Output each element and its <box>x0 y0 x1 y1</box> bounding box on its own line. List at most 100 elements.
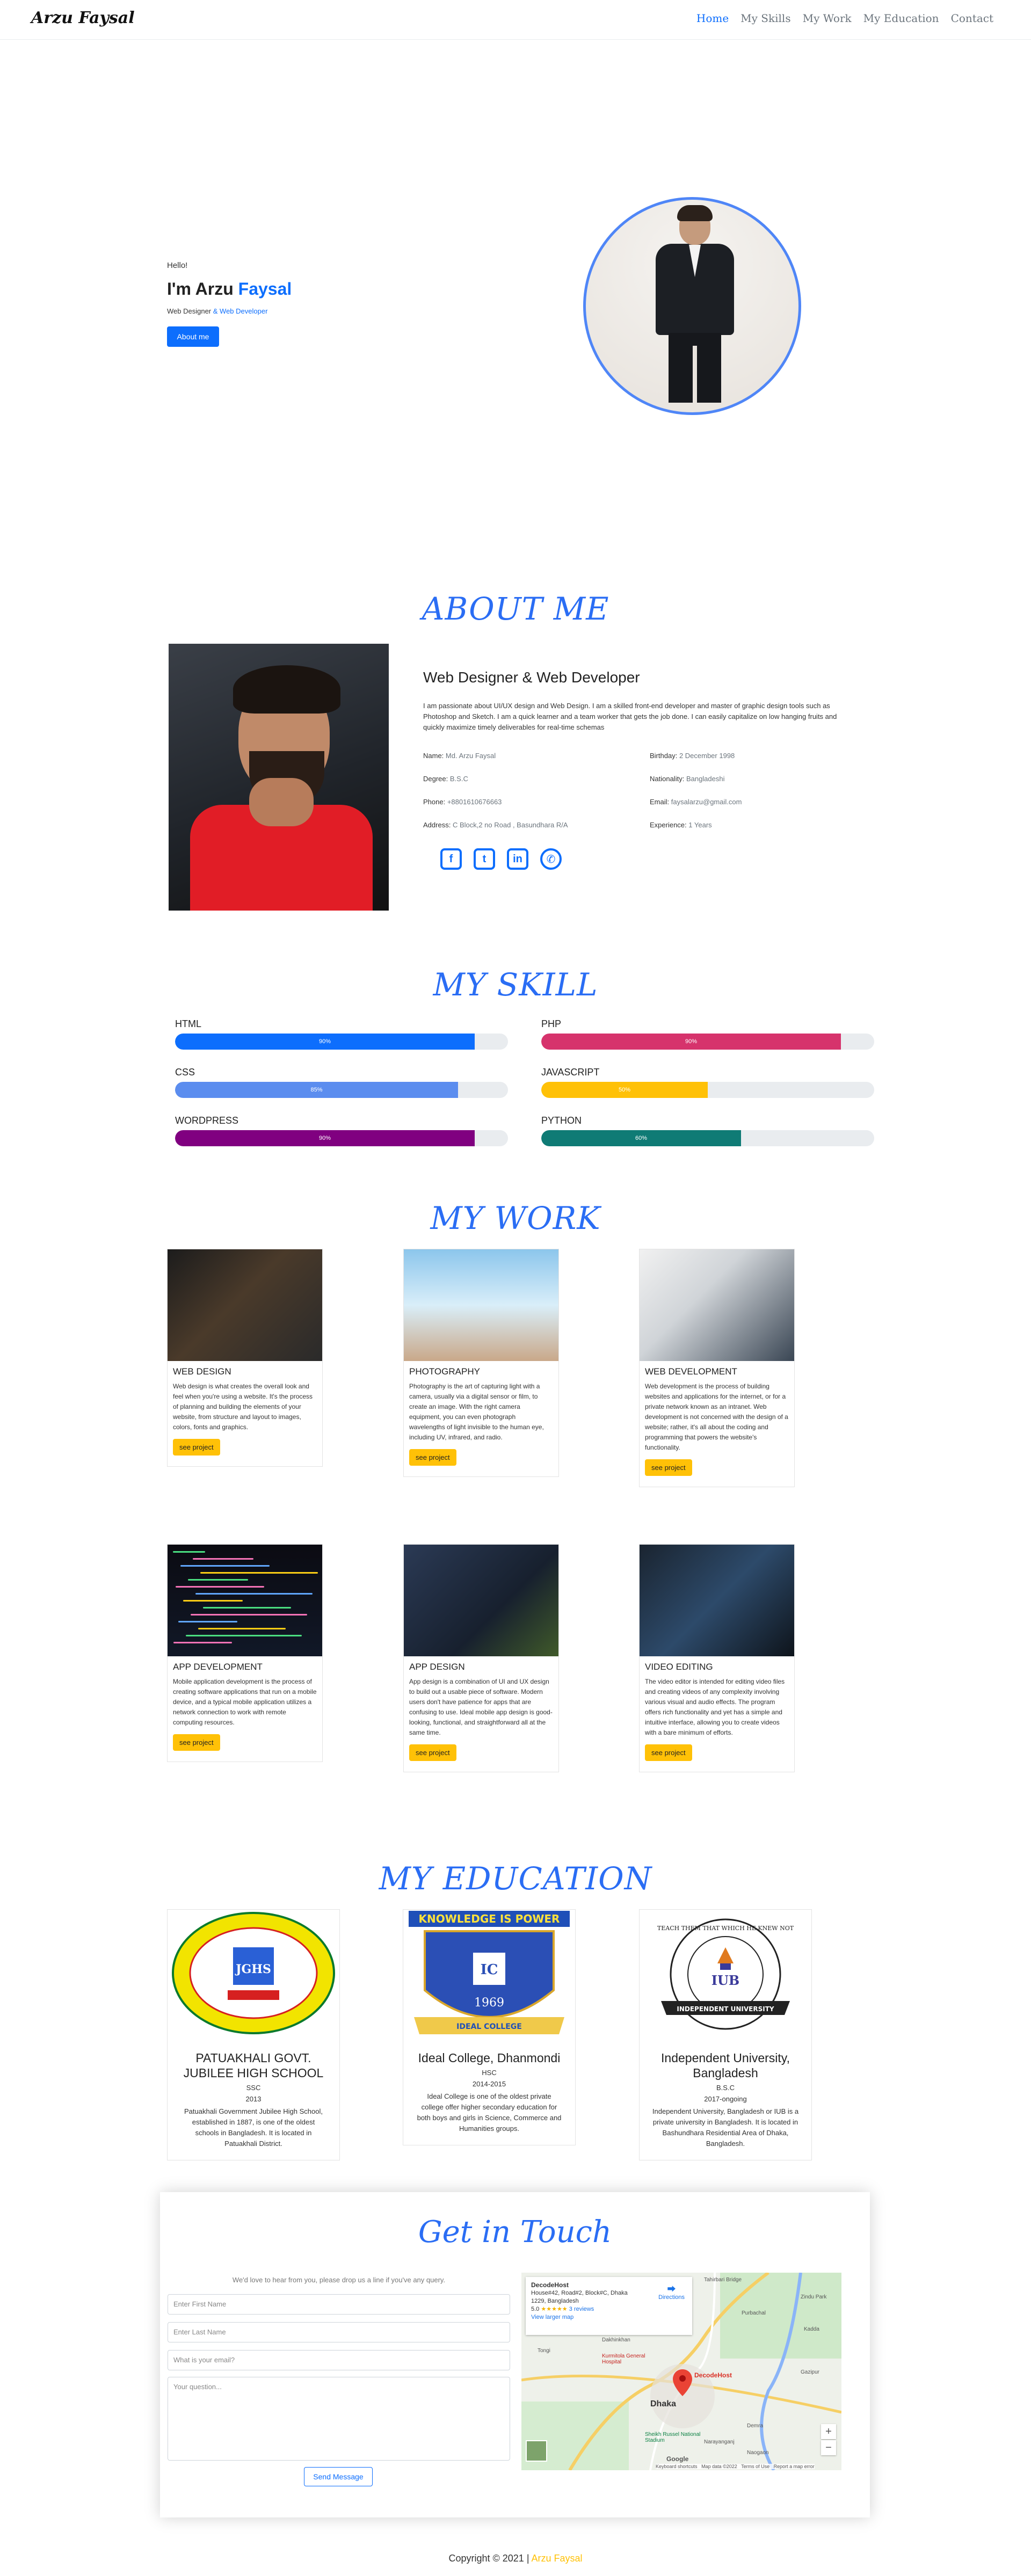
email-input[interactable]: What is your email? <box>168 2350 510 2370</box>
skill-progress-bar: 85% <box>175 1082 508 1098</box>
college-logo: KNOWLEDGE IS POWER IC 1969 IDEAL COLLEGE <box>403 1910 575 2044</box>
map-label: Zindu Park <box>801 2294 827 2300</box>
work-card-text: Photography is the art of capturing ligh… <box>409 1382 544 1441</box>
skill-progress-fill: 50% <box>541 1082 708 1098</box>
edu-card-school: JGHS PATUAKHALI GOVT. JUBILEE HIGH SCHOO… <box>167 1909 340 2160</box>
see-project-button[interactable]: see project <box>645 1744 692 1761</box>
send-message-button[interactable]: Send Message <box>304 2467 373 2486</box>
edu-level: SSC <box>246 2084 261 2092</box>
edu-level: HSC <box>482 2069 497 2077</box>
map-label: Sheikh Russel National Stadium <box>645 2432 701 2443</box>
hero-role-highlight: & Web Developer <box>213 307 268 315</box>
social-links: f t in ✆ <box>440 848 562 870</box>
whatsapp-icon[interactable]: ✆ <box>540 848 562 870</box>
nav-links: Home My Skills My Work My Education Cont… <box>696 12 993 25</box>
question-textarea[interactable]: Your question... <box>168 2377 510 2461</box>
work-card-image <box>640 1249 794 1361</box>
work-card: VIDEO EDITING The video editor is intende… <box>639 1544 795 1772</box>
map-label: Kadda <box>804 2326 819 2332</box>
nav-link-education[interactable]: My Education <box>863 12 939 25</box>
portfolio-page: Arzu Faysal Home My Skills My Work My Ed… <box>0 0 1031 2576</box>
map-satellite-toggle[interactable] <box>526 2440 547 2462</box>
directions-link[interactable]: ⮕ Directions <box>658 2286 685 2302</box>
skill-label: HTML <box>175 1018 201 1029</box>
brand-logo[interactable]: Arzu Faysal <box>31 9 135 27</box>
svg-text:INDEPENDENT UNIVERSITY: INDEPENDENT UNIVERSITY <box>677 2005 774 2013</box>
nav-link-contact[interactable]: Contact <box>951 12 993 25</box>
work-card-image <box>168 1545 322 1656</box>
skill-progress-fill: 90% <box>175 1034 475 1050</box>
svg-text:IDEAL COLLEGE: IDEAL COLLEGE <box>456 2022 522 2031</box>
zoom-out-button[interactable]: − <box>821 2440 836 2455</box>
see-project-button[interactable]: see project <box>409 1449 456 1466</box>
contact-title: Get in Touch <box>418 2215 612 2250</box>
work-card-image <box>404 1249 558 1361</box>
keyboard-shortcuts-link[interactable]: Keyboard shortcuts <box>656 2464 698 2469</box>
nav-link-home[interactable]: Home <box>696 12 729 25</box>
view-larger-map-link[interactable]: View larger map <box>531 2313 687 2322</box>
svg-text:IUB: IUB <box>711 1973 739 1988</box>
see-project-button[interactable]: see project <box>409 1744 456 1761</box>
see-project-button[interactable]: see project <box>173 1439 220 1456</box>
directions-icon: ⮕ <box>667 2285 676 2294</box>
map-footer: Keyboard shortcuts Map data ©2022 Terms … <box>656 2464 815 2469</box>
work-card-text: App design is a combination of UI and UX… <box>409 1678 553 1736</box>
skill-progress-fill: 90% <box>541 1034 841 1050</box>
skill-progress-bar: 50% <box>541 1082 874 1098</box>
about-portrait <box>169 644 389 911</box>
contact-subtitle: We'd love to hear from you, please drop … <box>232 2276 446 2284</box>
info-nationality: Nationality: Bangladeshi <box>650 775 725 783</box>
terms-link[interactable]: Terms of Use <box>741 2464 769 2469</box>
work-card-text: Web development is the process of buildi… <box>645 1382 788 1451</box>
copyright: Copyright © 2021 | Arzu Faysal <box>448 2553 583 2564</box>
about-me-button[interactable]: About me <box>167 326 219 347</box>
report-error-link[interactable]: Report a map error <box>774 2464 815 2469</box>
work-card-title: WEB DESIGN <box>173 1366 231 1377</box>
twitter-icon[interactable]: t <box>474 848 495 870</box>
footer-name-link[interactable]: Arzu Faysal <box>532 2553 583 2564</box>
map-label: Kurmitola General Hospital <box>602 2353 645 2365</box>
nav-link-work[interactable]: My Work <box>803 12 852 25</box>
work-title: MY WORK <box>430 1200 601 1236</box>
skill-label: JAVASCRIPT <box>541 1067 600 1078</box>
map-place-card: DecodeHost House#42, Road#2, Block#C, Dh… <box>526 2277 692 2335</box>
see-project-button[interactable]: see project <box>173 1734 220 1751</box>
about-heading: Web Designer & Web Developer <box>423 669 640 686</box>
info-name: Name: Md. Arzu Faysal <box>423 752 496 760</box>
skill-label: CSS <box>175 1067 195 1078</box>
nav-link-skills[interactable]: My Skills <box>740 12 790 25</box>
skill-progress-fill: 85% <box>175 1082 458 1098</box>
edu-level: B.S.C <box>716 2084 735 2092</box>
navbar: Arzu Faysal Home My Skills My Work My Ed… <box>0 0 1031 40</box>
google-map[interactable]: DecodeHost Dhaka Tahirbari Bridge Zindu … <box>521 2273 841 2470</box>
zoom-in-button[interactable]: + <box>821 2424 836 2439</box>
linkedin-icon[interactable]: in <box>507 848 528 870</box>
work-card-title: APP DESIGN <box>409 1662 465 1672</box>
hero-name-prefix: I'm Arzu <box>167 279 238 299</box>
facebook-icon[interactable]: f <box>440 848 462 870</box>
skill-progress-bar: 60% <box>541 1130 874 1146</box>
info-birthday: Birthday: 2 December 1998 <box>650 752 735 760</box>
hero-role: Web Designer & Web Developer <box>167 307 267 315</box>
about-title: ABOUT ME <box>422 591 609 627</box>
work-card-image <box>640 1545 794 1656</box>
work-card-title: PHOTOGRAPHY <box>409 1366 480 1377</box>
hero-role-prefix: Web Designer <box>167 307 213 315</box>
map-place-address: House#42, Road#2, Block#C, Dhaka 1229, B… <box>531 2290 628 2304</box>
edu-text: Patuakhali Government Jubilee High Schoo… <box>184 2107 323 2148</box>
svg-text:1969: 1969 <box>474 1996 504 2010</box>
svg-text:KNOWLEDGE IS POWER: KNOWLEDGE IS POWER <box>419 1912 560 1925</box>
first-name-input[interactable]: Enter First Name <box>168 2294 510 2315</box>
hero-name-highlight: Faysal <box>238 279 292 299</box>
skill-progress-bar: 90% <box>541 1034 874 1050</box>
education-title: MY EDUCATION <box>379 1860 652 1897</box>
map-label: Narayanganj <box>704 2439 735 2445</box>
work-card-text: Web design is what creates the overall l… <box>173 1382 313 1431</box>
skill-progress-bar: 90% <box>175 1130 508 1146</box>
map-label: Tahirbari Bridge <box>704 2277 742 2283</box>
see-project-button[interactable]: see project <box>645 1459 692 1476</box>
hero-portrait <box>583 197 801 415</box>
info-degree: Degree: B.S.C <box>423 775 468 783</box>
work-card: APP DESIGN App design is a combination of… <box>403 1544 559 1772</box>
last-name-input[interactable]: Enter Last Name <box>168 2322 510 2342</box>
